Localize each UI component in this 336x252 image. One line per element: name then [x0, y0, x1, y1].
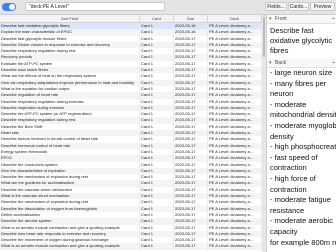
pin-icon[interactable]: ⌖: [332, 59, 335, 67]
cell-card: Card 1: [140, 243, 174, 250]
back-field-line: resistance: [270, 205, 305, 215]
back-field-label: Back: [275, 60, 287, 66]
back-field-line: contraction: [270, 184, 307, 194]
pin-icon[interactable]: ⌖: [332, 15, 335, 23]
column-deck[interactable]: Deck: [208, 15, 262, 22]
cell-deck: PE A Level::Anatomy a...: [208, 243, 262, 250]
back-field-line: contraction: [270, 163, 307, 173]
table-body: Describe fast oxidative glycolytic fibre…: [0, 23, 262, 250]
back-field-line: capacity: [270, 226, 298, 236]
table-row[interactable]: What is an aerobic muscle contraction an…: [0, 243, 262, 250]
preview-button[interactable]: Preview: [310, 2, 335, 11]
back-field-line: - moderate aerobic: [270, 216, 333, 226]
scrollbar-thumb[interactable]: [263, 17, 265, 57]
back-field-line: - large neuron size: [270, 68, 333, 77]
back-field-header[interactable]: ▾ Back ⌖: [267, 59, 336, 68]
column-due[interactable]: Due: [174, 15, 208, 22]
chevron-down-icon[interactable]: ▾: [269, 15, 272, 23]
table-header: Sort Field Card Due Deck: [0, 15, 262, 23]
front-field-header[interactable]: ▾ Front ⌖: [267, 15, 336, 24]
browser-toolbar: "deck:PE A Level" Fields... Cards... Pre…: [0, 0, 336, 15]
fields-button[interactable]: Fields...: [265, 2, 287, 11]
cell-due: 2023-05-17: [174, 243, 208, 250]
back-field-input[interactable]: - large neuron size - many fibres per neur…: [267, 68, 336, 248]
back-field-line: mitochondrial density: [270, 110, 336, 120]
column-sort-field[interactable]: Sort Field: [0, 15, 140, 22]
note-editor: ▾ Front ⌖ Describe fast oxidative glycol…: [266, 15, 336, 252]
back-field-line: density: [270, 131, 294, 141]
cell-sort-field: What is an aerobic muscle contraction an…: [0, 243, 140, 250]
back-field-line: - high phosphocreatine: [270, 142, 336, 152]
front-field-label: Front: [275, 16, 287, 22]
column-card[interactable]: Card: [140, 15, 174, 22]
cards-notes-toggle[interactable]: [2, 3, 16, 11]
back-field-line: neuron: [270, 89, 294, 99]
back-field-line: - fast speed of: [270, 152, 318, 162]
back-field-line: - moderate: [270, 99, 307, 109]
front-field-input[interactable]: Describe fast oxidative glycolytic fibre…: [267, 24, 336, 59]
back-field-line: - many fibres per: [270, 78, 327, 88]
back-field-line: - high force of: [270, 173, 316, 183]
card-table: Sort Field Card Due Deck Describe fast o…: [0, 15, 262, 252]
back-field-line: for example 800m run: [270, 237, 336, 247]
back-field-line: - moderate myoglobin: [270, 120, 336, 130]
back-field-line: - moderate fatigue: [270, 195, 331, 205]
chevron-down-icon[interactable]: ▾: [269, 59, 272, 67]
cards-button[interactable]: Cards...: [288, 2, 309, 11]
search-input[interactable]: "deck:PE A Level": [25, 2, 165, 11]
